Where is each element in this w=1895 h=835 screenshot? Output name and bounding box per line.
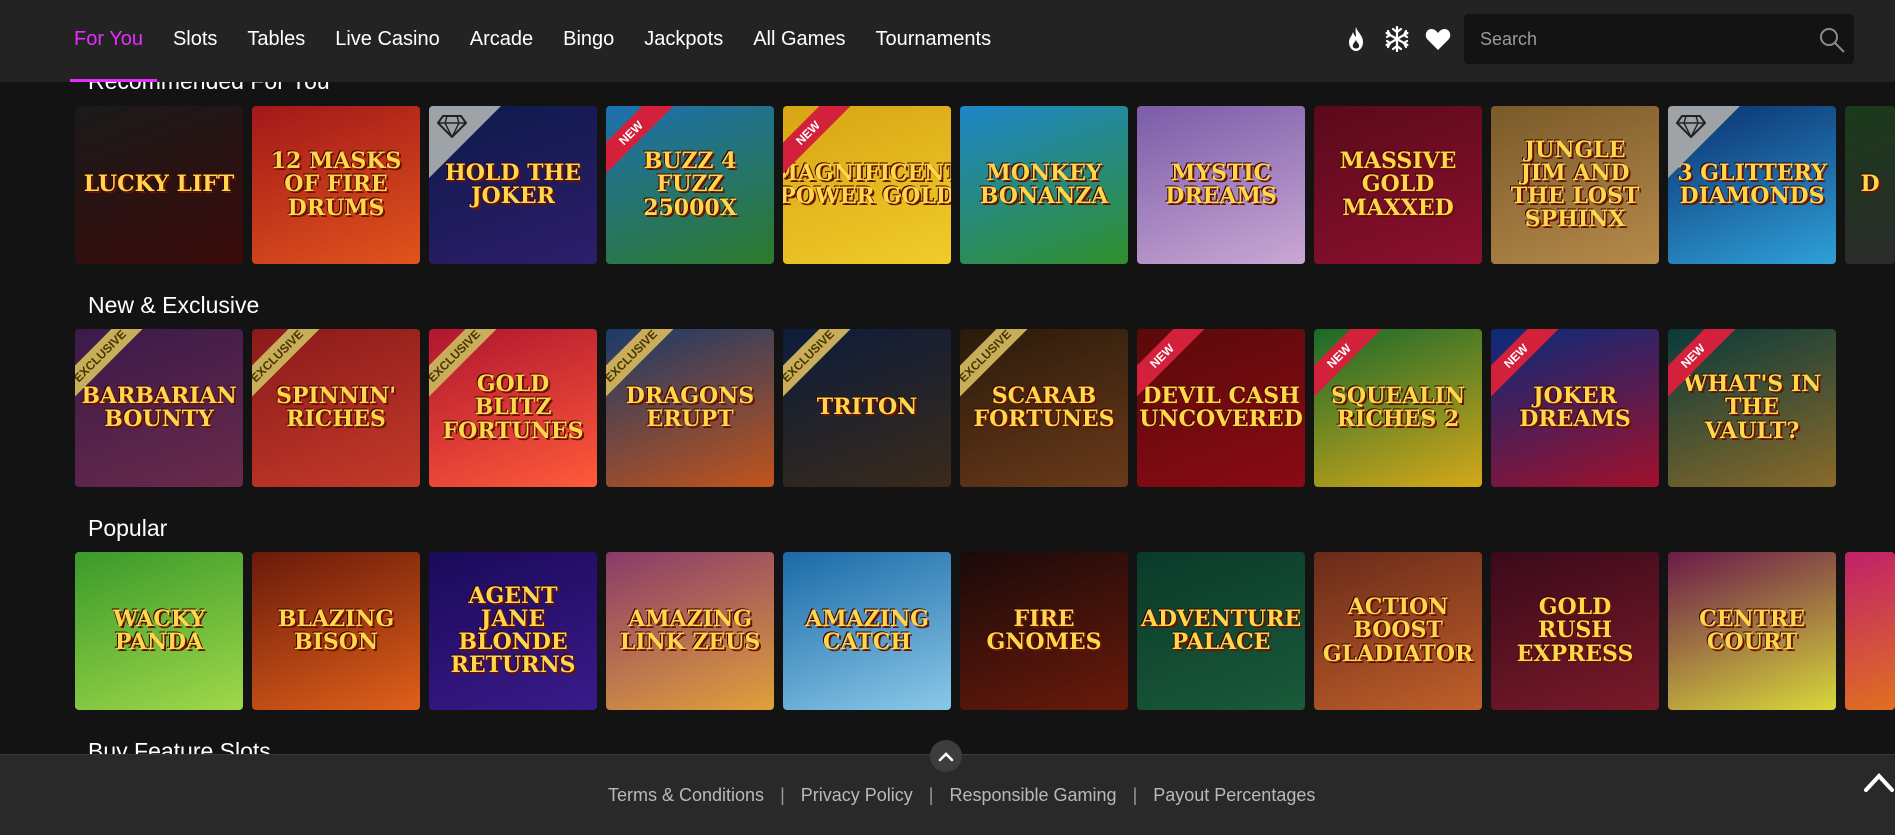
game-tile[interactable]: Magnificent Power Gold NEW <box>783 106 951 264</box>
game-tile[interactable]: Massive Gold Maxxed <box>1314 106 1482 264</box>
nav-item-tournaments[interactable]: Tournaments <box>875 0 991 82</box>
nav-item-slots[interactable]: Slots <box>173 0 217 82</box>
quick-filter-icons <box>1342 24 1451 54</box>
section-title-popular: Popular <box>88 515 168 541</box>
game-title: Agent Jane Blonde Returns <box>450 582 576 679</box>
snowflake-icon[interactable] <box>1383 24 1410 54</box>
game-tile[interactable]: Amazing Catch <box>783 552 951 710</box>
footer-separator: | <box>780 785 785 805</box>
game-tile[interactable] <box>1845 552 1895 710</box>
game-title: What's in the Vault? <box>1682 371 1822 444</box>
game-title: Magnificent Power Gold <box>783 159 951 209</box>
nav-item-tables[interactable]: Tables <box>247 0 305 82</box>
game-tile[interactable]: Buzz 4 Fuzz 25000x NEW <box>606 106 774 264</box>
game-tile[interactable]: Adventure Palace <box>1137 552 1305 710</box>
game-title: Triton <box>816 394 918 421</box>
game-tile[interactable]: D <box>1845 106 1895 264</box>
scroll-up-arrow-button[interactable] <box>1862 766 1895 796</box>
search-box <box>1464 14 1854 64</box>
game-title: Monkey Bonanza <box>979 159 1109 209</box>
game-tile[interactable]: Wacky Panda <box>75 552 243 710</box>
game-title: Scarab Fortunes <box>973 382 1115 432</box>
game-tile[interactable]: Lucky Lift <box>75 106 243 264</box>
search-icon[interactable] <box>1818 26 1846 54</box>
game-tile[interactable]: Devil Cash Uncovered NEW <box>1137 329 1305 487</box>
game-title: Jungle Jim and the Lost Sphinx <box>1510 136 1640 233</box>
nav-item-for-you[interactable]: For You <box>70 0 157 82</box>
game-tile[interactable]: Action Boost Gladiator <box>1314 552 1482 710</box>
game-tile[interactable]: Monkey Bonanza <box>960 106 1128 264</box>
game-tile[interactable]: Scarab Fortunes EXCLUSIVE <box>960 329 1128 487</box>
footer-link-privacy[interactable]: Privacy Policy <box>801 785 913 806</box>
nav-item-live-casino[interactable]: Live Casino <box>335 0 440 82</box>
game-title: Action Boost Gladiator <box>1322 594 1474 667</box>
game-title: Lucky Lift <box>83 171 235 198</box>
game-tile[interactable]: Joker Dreams NEW <box>1491 329 1659 487</box>
game-title: Amazing Link Zeus <box>619 605 761 655</box>
game-tile[interactable]: Triton EXCLUSIVE <box>783 329 951 487</box>
footer-separator: | <box>928 785 934 805</box>
nav-item-all-games[interactable]: All Games <box>753 0 845 82</box>
game-tile[interactable]: Gold Blitz Fortunes EXCLUSIVE <box>429 329 597 487</box>
game-tile[interactable]: Hold the Joker <box>429 106 597 264</box>
footer-links: Terms & Conditions | Privacy Policy | Re… <box>608 785 1315 806</box>
game-title: D <box>1860 171 1880 198</box>
game-tile[interactable]: Amazing Link Zeus <box>606 552 774 710</box>
heart-icon[interactable] <box>1424 24 1451 54</box>
footer-link-responsible-gaming[interactable]: Responsible Gaming <box>949 785 1116 806</box>
game-title: Amazing Catch <box>805 605 929 655</box>
game-title: Mystic Dreams <box>1165 159 1277 209</box>
game-title: Fire Gnomes <box>986 605 1102 655</box>
game-title: Adventure Palace <box>1140 605 1302 655</box>
game-tile[interactable]: Centre Court <box>1668 552 1836 710</box>
nav-item-jackpots[interactable]: Jackpots <box>644 0 723 82</box>
game-tile[interactable]: Mystic Dreams <box>1137 106 1305 264</box>
game-title: Barbarian Bounty <box>81 382 237 432</box>
flame-icon[interactable] <box>1342 24 1369 54</box>
game-tile[interactable]: What's in the Vault? NEW <box>1668 329 1836 487</box>
game-title: 12 Masks of Fire Drums <box>270 148 402 221</box>
game-title: Massive Gold Maxxed <box>1339 148 1457 221</box>
game-title: Buzz 4 Fuzz 25000x <box>643 148 737 221</box>
main-nav: For You Slots Tables Live Casino Arcade … <box>70 0 1021 82</box>
game-tile[interactable]: Gold Rush Express <box>1491 552 1659 710</box>
game-row-new-exclusive: Barbarian Bounty EXCLUSIVE Spinnin' Riches… <box>75 329 1895 487</box>
game-row-popular: Wacky Panda Blazing Bison Agent Jane Blond… <box>75 552 1895 710</box>
search-input[interactable] <box>1464 14 1804 64</box>
game-tile[interactable]: Dragons Erupt EXCLUSIVE <box>606 329 774 487</box>
game-title: Gold Rush Express <box>1516 594 1634 667</box>
game-title: Joker Dreams <box>1519 382 1631 432</box>
top-navigation-bar: For You Slots Tables Live Casino Arcade … <box>0 0 1895 82</box>
game-tile[interactable]: Fire Gnomes <box>960 552 1128 710</box>
game-tile[interactable]: Blazing Bison <box>252 552 420 710</box>
exclusive-badge: EXCLUSIVE <box>783 329 855 403</box>
game-title: Squealin Riches 2 <box>1331 382 1465 432</box>
chevron-up-icon <box>938 752 954 762</box>
game-row-recommended: Lucky Lift 12 Masks of Fire Drums Hold the… <box>75 106 1895 264</box>
game-tile[interactable]: 3 Glittery Diamonds <box>1668 106 1836 264</box>
diamond-icon <box>437 115 467 138</box>
game-title: Centre Court <box>1699 605 1805 655</box>
game-title: Devil Cash Uncovered <box>1139 382 1303 432</box>
nav-item-bingo[interactable]: Bingo <box>563 0 614 82</box>
footer-link-payout-percentages[interactable]: Payout Percentages <box>1153 785 1315 806</box>
game-tile[interactable]: Jungle Jim and the Lost Sphinx <box>1491 106 1659 264</box>
game-title: Spinnin' Riches <box>275 382 397 432</box>
section-title-new-exclusive: New & Exclusive <box>88 292 260 318</box>
game-tile[interactable]: Barbarian Bounty EXCLUSIVE <box>75 329 243 487</box>
nav-item-arcade[interactable]: Arcade <box>470 0 533 82</box>
scroll-top-button[interactable] <box>930 740 962 772</box>
chevron-up-icon <box>1864 773 1894 792</box>
footer-separator: | <box>1132 785 1138 805</box>
game-title: Blazing Bison <box>277 605 395 655</box>
game-tile[interactable]: Agent Jane Blonde Returns <box>429 552 597 710</box>
game-tile[interactable]: Squealin Riches 2 NEW <box>1314 329 1482 487</box>
game-tile[interactable]: Spinnin' Riches EXCLUSIVE <box>252 329 420 487</box>
footer-link-terms[interactable]: Terms & Conditions <box>608 785 764 806</box>
diamond-icon <box>1676 115 1706 138</box>
game-title: Gold Blitz Fortunes <box>442 371 584 444</box>
game-tile[interactable]: 12 Masks of Fire Drums <box>252 106 420 264</box>
game-title: Dragons Erupt <box>625 382 755 432</box>
game-title: Wacky Panda <box>112 605 206 655</box>
